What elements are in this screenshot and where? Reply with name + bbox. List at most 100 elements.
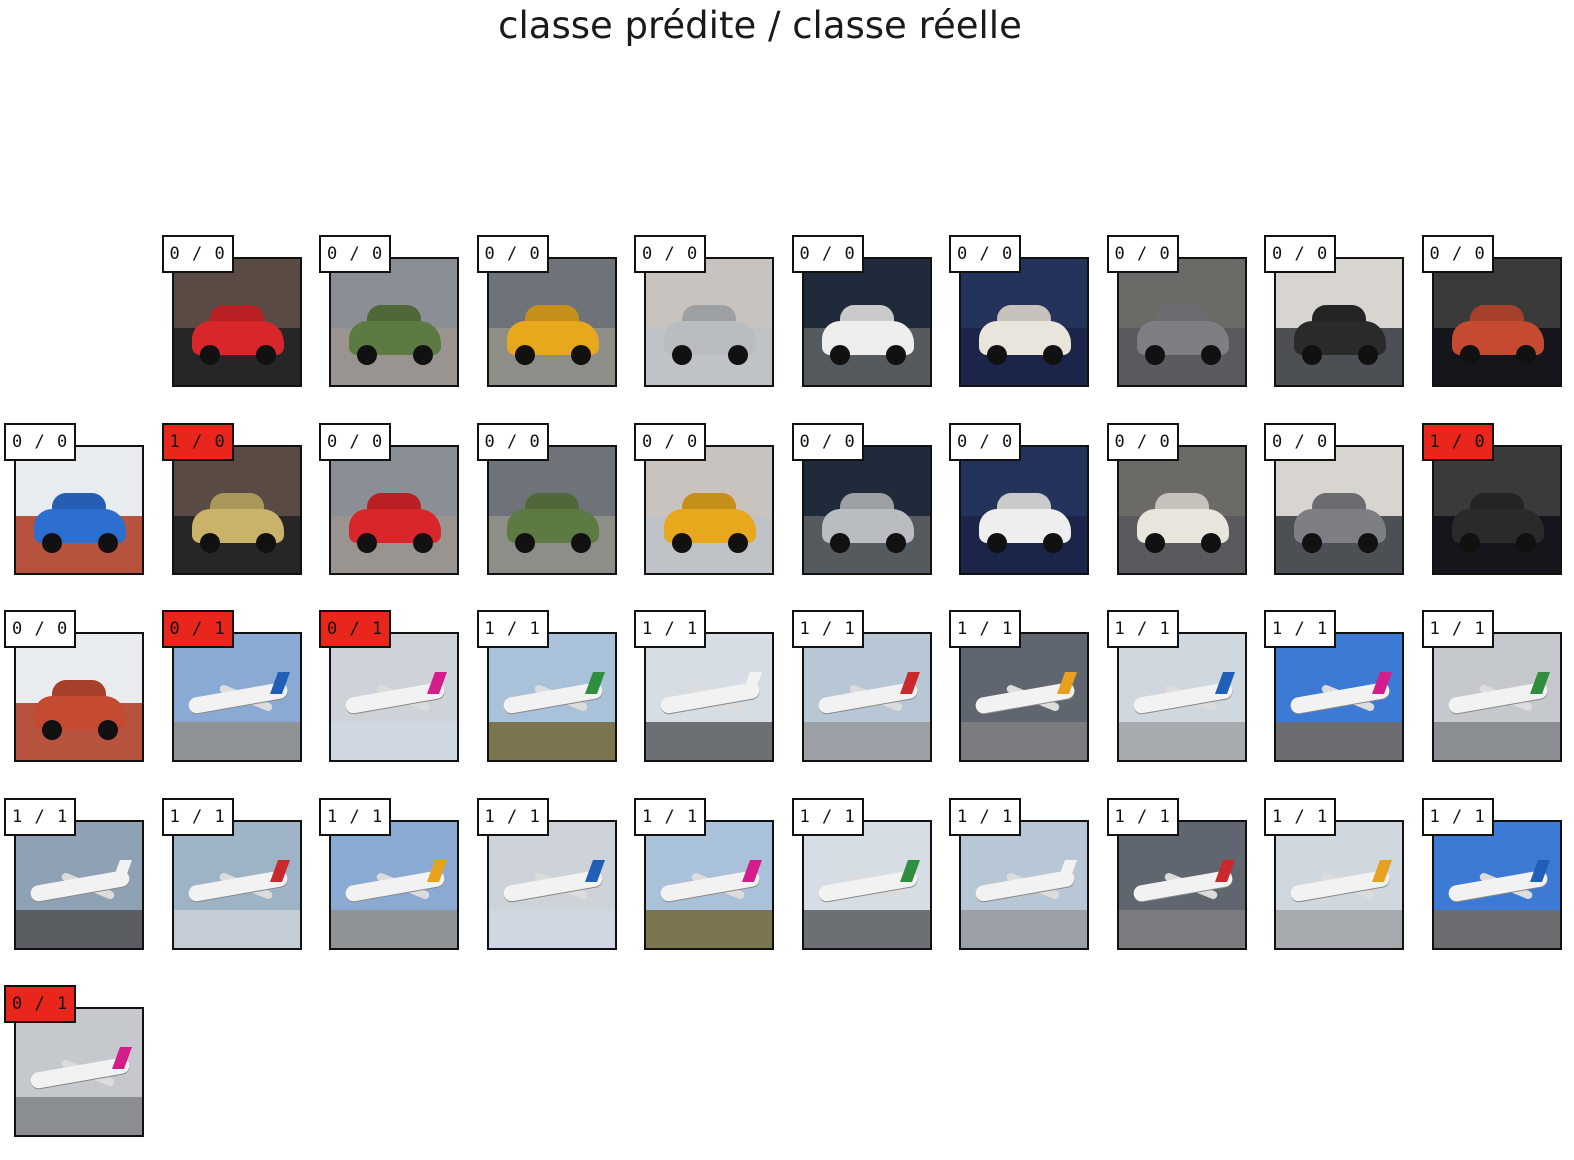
sample-cell: 0 / 0 — [1421, 235, 1574, 410]
misclassified-label: 0 / 1 — [161, 610, 234, 648]
prediction-label: 0 / 0 — [1421, 235, 1494, 273]
prediction-label: 0 / 0 — [161, 235, 234, 273]
sample-cell: 1 / 0 — [161, 422, 322, 598]
sample-cell: 0 / 0 — [791, 235, 952, 410]
sample-cell: 0 / 0 — [1106, 235, 1267, 410]
sample-cell: 1 / 1 — [476, 610, 637, 785]
prediction-label: 1 / 1 — [476, 610, 549, 648]
car-image — [1274, 257, 1404, 387]
sample-cell: 1 / 1 — [476, 797, 637, 973]
sample-cell: 1 / 1 — [1421, 797, 1574, 973]
prediction-label: 0 / 0 — [949, 235, 1022, 273]
airplane-image — [644, 632, 774, 762]
sample-cell: 1 / 1 — [1264, 797, 1424, 973]
airplane-image — [486, 632, 617, 762]
airplane-image — [1274, 819, 1404, 950]
sample-cell: 1 / 1 — [949, 610, 1109, 785]
sample-cell: 1 / 1 — [4, 797, 164, 973]
airplane-image — [486, 819, 617, 950]
airplane-image — [1431, 632, 1562, 762]
car-image — [801, 257, 932, 387]
airplane-image — [171, 819, 302, 950]
prediction-label: 1 / 1 — [1421, 797, 1494, 836]
sample-cell: 0 / 1 — [319, 610, 479, 785]
car-image — [14, 632, 144, 762]
prediction-label: 0 / 0 — [476, 235, 549, 273]
airplane-image — [1116, 819, 1247, 950]
sample-cell: 1 / 1 — [634, 610, 794, 785]
airplane-image — [171, 632, 302, 762]
sample-cell: 1 / 0 — [1421, 422, 1574, 598]
airplane-image — [329, 819, 459, 950]
prediction-label: 0 / 0 — [634, 422, 707, 461]
sample-cell: 0 / 0 — [319, 235, 479, 410]
airplane-image — [14, 819, 144, 950]
prediction-grid: 0 / 0 0 / 0 0 / 0 0 / 0 0 / 0 0 / 0 0 / 0 0 / 0… — [0, 0, 1574, 1160]
sample-cell: 1 / 1 — [1106, 797, 1267, 973]
car-image — [644, 257, 774, 387]
car-image — [329, 257, 459, 387]
prediction-label: 0 / 0 — [791, 422, 864, 461]
prediction-label: 1 / 1 — [1421, 610, 1494, 648]
airplane-image — [1116, 632, 1247, 762]
car-image — [14, 444, 144, 575]
sample-cell: 0 / 0 — [949, 235, 1109, 410]
prediction-label: 0 / 0 — [4, 610, 77, 648]
car-image — [1116, 257, 1247, 387]
car-image — [959, 444, 1089, 575]
sample-cell: 1 / 1 — [791, 610, 952, 785]
airplane-image — [959, 819, 1089, 950]
sample-cell: 1 / 1 — [791, 797, 952, 973]
car-image — [644, 444, 774, 575]
prediction-label: 1 / 1 — [949, 610, 1022, 648]
sample-cell: 1 / 1 — [634, 797, 794, 973]
misclassified-label: 0 / 1 — [319, 610, 392, 648]
sample-cell: 1 / 1 — [161, 797, 322, 973]
prediction-label: 1 / 1 — [1264, 610, 1337, 648]
car-image — [329, 444, 459, 575]
sample-cell: 0 / 0 — [476, 235, 637, 410]
airplane-image — [1431, 819, 1562, 950]
car-image — [1431, 444, 1562, 575]
sample-cell: 0 / 0 — [1106, 422, 1267, 598]
airplane-image — [329, 632, 459, 762]
prediction-label: 1 / 1 — [791, 797, 864, 836]
prediction-label: 0 / 0 — [476, 422, 549, 461]
sample-cell: 0 / 1 — [4, 985, 164, 1160]
sample-cell: 0 / 0 — [161, 235, 322, 410]
car-image — [171, 257, 302, 387]
airplane-image — [14, 1007, 144, 1137]
sample-cell: 0 / 0 — [634, 422, 794, 598]
sample-cell: 1 / 1 — [1264, 610, 1424, 785]
sample-cell: 0 / 0 — [319, 422, 479, 598]
sample-cell: 1 / 1 — [1106, 610, 1267, 785]
car-image — [171, 444, 302, 575]
sample-cell: 0 / 0 — [1264, 422, 1424, 598]
misclassified-label: 1 / 0 — [161, 422, 234, 461]
prediction-label: 0 / 0 — [634, 235, 707, 273]
car-image — [801, 444, 932, 575]
prediction-label: 1 / 1 — [4, 797, 77, 836]
car-image — [486, 444, 617, 575]
prediction-label: 1 / 1 — [1106, 610, 1179, 648]
airplane-image — [644, 819, 774, 950]
prediction-label: 0 / 0 — [949, 422, 1022, 461]
airplane-image — [801, 632, 932, 762]
sample-cell: 0 / 0 — [791, 422, 952, 598]
prediction-label: 1 / 1 — [791, 610, 864, 648]
prediction-label: 0 / 0 — [319, 235, 392, 273]
airplane-image — [959, 632, 1089, 762]
sample-cell: 1 / 1 — [949, 797, 1109, 973]
prediction-label: 0 / 0 — [791, 235, 864, 273]
sample-cell: 0 / 0 — [1264, 235, 1424, 410]
car-image — [486, 257, 617, 387]
sample-cell: 0 / 0 — [4, 422, 164, 598]
prediction-label: 1 / 1 — [1106, 797, 1179, 836]
sample-cell: 0 / 1 — [161, 610, 322, 785]
sample-cell: 1 / 1 — [1421, 610, 1574, 785]
airplane-image — [801, 819, 932, 950]
prediction-label: 0 / 0 — [4, 422, 77, 461]
prediction-label: 0 / 0 — [1264, 235, 1337, 273]
prediction-label: 1 / 1 — [319, 797, 392, 836]
prediction-label: 0 / 0 — [1106, 422, 1179, 461]
